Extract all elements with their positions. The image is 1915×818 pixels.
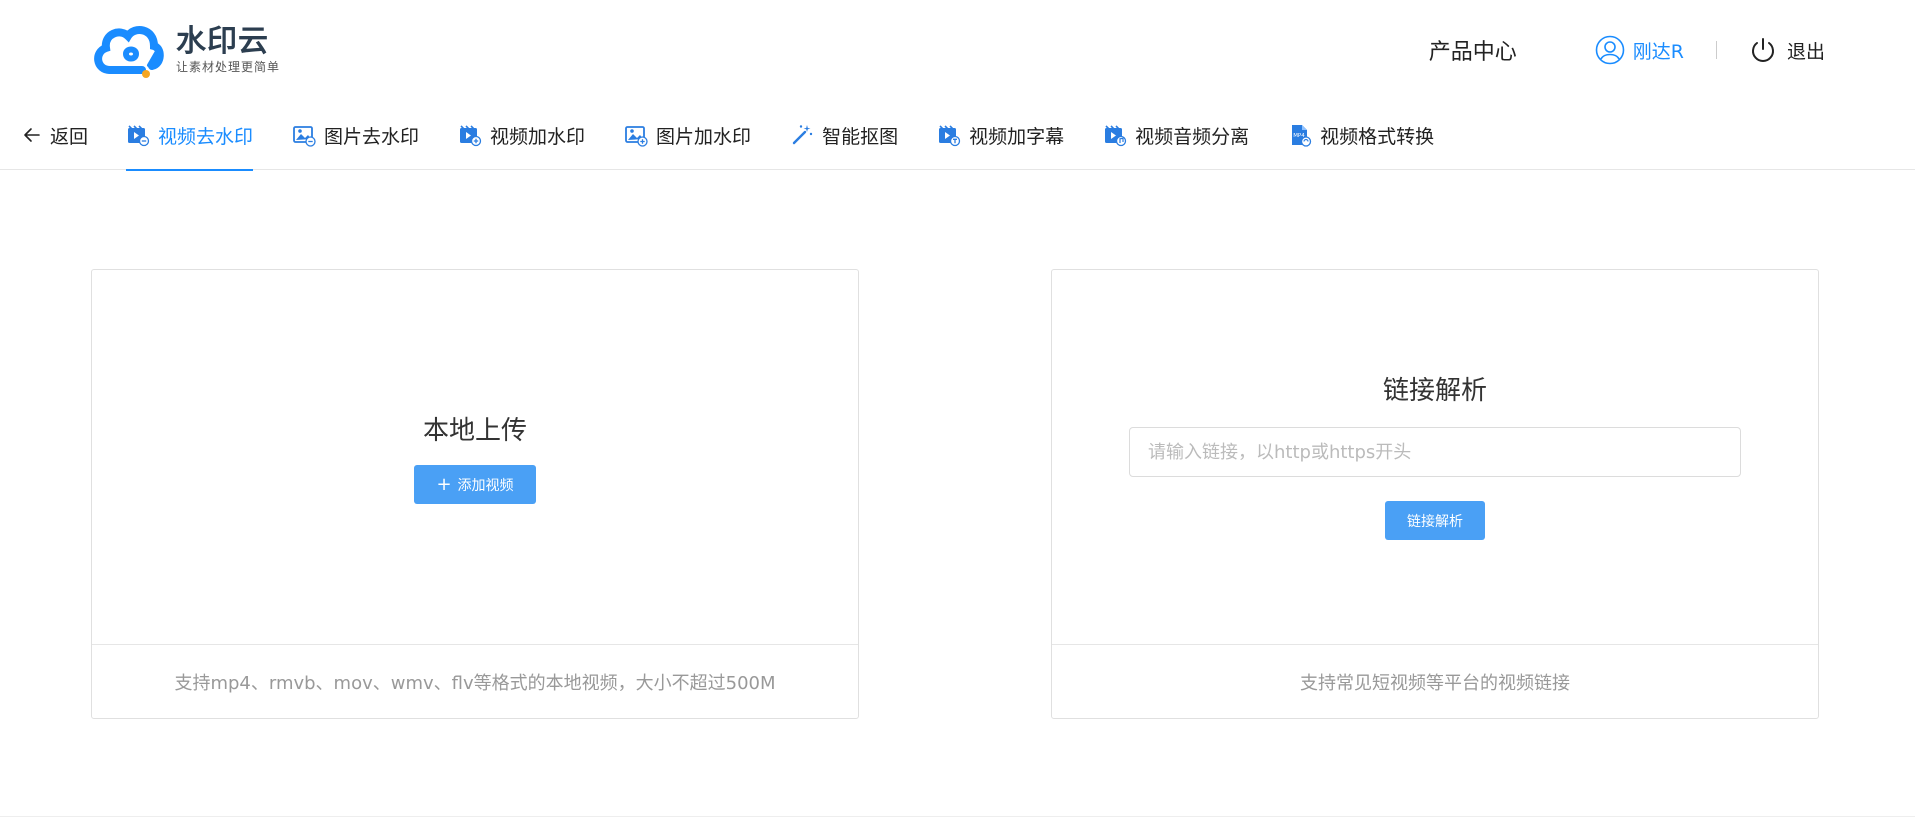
tab-label: 视频音频分离 <box>1135 125 1250 148</box>
parse-link-button[interactable]: 链接解析 <box>1385 501 1485 540</box>
link-parse-body: 链接解析 链接解析 <box>1052 270 1818 645</box>
tool-tabbar: 返回 视频去水印 图片去水印 视频加水印 图片加水印 智能抠图 视频加字幕 视频… <box>0 100 1915 171</box>
upload-title: 本地上传 <box>422 416 527 446</box>
tab-smart-cutout[interactable]: 智能抠图 <box>790 100 898 170</box>
video-subtitle-icon <box>939 125 961 147</box>
mp4-convert-icon: MP4 <box>1292 125 1312 147</box>
upload-drop-area[interactable]: 本地上传 + 添加视频 <box>92 270 858 645</box>
user-menu[interactable]: 刚达R <box>1595 35 1684 65</box>
footer-divider <box>0 816 1915 817</box>
tab-label: 图片加水印 <box>656 125 752 148</box>
video-remove-icon <box>128 125 150 147</box>
logout-label: 退出 <box>1786 40 1825 63</box>
cloud-logo-icon <box>94 26 164 78</box>
link-note: 支持常见短视频等平台的视频链接 <box>1300 673 1570 694</box>
image-remove-icon <box>293 126 316 147</box>
logo-title: 水印云 <box>176 24 269 59</box>
tab-image-remove-watermark[interactable]: 图片去水印 <box>292 100 419 170</box>
tab-video-format-convert[interactable]: MP4 视频格式转换 <box>1288 100 1434 170</box>
tab-label: 视频格式转换 <box>1320 125 1435 148</box>
product-center-link[interactable]: 产品中心 <box>1429 34 1517 66</box>
tab-label: 图片去水印 <box>324 125 420 148</box>
username: 刚达R <box>1632 40 1684 63</box>
tab-label: 视频去水印 <box>158 125 254 148</box>
tab-video-audio-split[interactable]: 视频音频分离 <box>1103 100 1249 170</box>
add-video-label: 添加视频 <box>457 477 514 494</box>
tab-video-subtitle[interactable]: 视频加字幕 <box>937 100 1064 170</box>
tab-label: 智能抠图 <box>822 125 899 148</box>
header-divider <box>1715 41 1717 59</box>
header-nav: 产品中心 刚达R 退出 <box>1429 0 1825 100</box>
logout-button[interactable]: 退出 <box>1749 36 1825 64</box>
magic-wand-icon <box>792 125 813 145</box>
arrow-left-icon <box>24 128 40 142</box>
link-parse-card: 链接解析 链接解析 支持常见短视频等平台的视频链接 <box>1051 269 1819 719</box>
user-avatar-icon <box>1595 35 1625 65</box>
tab-label: 视频加字幕 <box>969 125 1065 148</box>
logo-slogan: 让素材处理更简单 <box>176 60 281 74</box>
power-icon <box>1752 38 1774 62</box>
plus-icon: + <box>436 473 452 495</box>
logo[interactable]: 水印云 让素材处理更简单 <box>90 20 280 80</box>
tab-video-remove-watermark[interactable]: 视频去水印 <box>126 100 254 171</box>
top-header: 水印云 让素材处理更简单 产品中心 刚达R 退出 <box>0 0 1915 100</box>
image-add-icon <box>625 126 648 147</box>
video-add-icon <box>460 125 482 147</box>
link-input[interactable] <box>1129 427 1741 477</box>
add-video-button[interactable]: + 添加视频 <box>414 465 536 504</box>
back-label: 返回 <box>50 125 89 148</box>
tool-tabs: 视频去水印 图片去水印 视频加水印 图片加水印 智能抠图 视频加字幕 视频音频分… <box>126 100 1473 171</box>
upload-note: 支持mp4、rmvb、mov、wmv、flv等格式的本地视频，大小不超过500M <box>174 673 776 694</box>
local-upload-card: 本地上传 + 添加视频 支持mp4、rmvb、mov、wmv、flv等格式的本地… <box>91 269 859 719</box>
video-audio-split-icon <box>1105 125 1127 147</box>
tab-video-add-watermark[interactable]: 视频加水印 <box>458 100 585 170</box>
back-button[interactable]: 返回 <box>22 100 88 170</box>
tab-label: 视频加水印 <box>490 125 586 148</box>
tab-image-add-watermark[interactable]: 图片加水印 <box>624 100 751 170</box>
link-parse-title: 链接解析 <box>1382 376 1487 406</box>
